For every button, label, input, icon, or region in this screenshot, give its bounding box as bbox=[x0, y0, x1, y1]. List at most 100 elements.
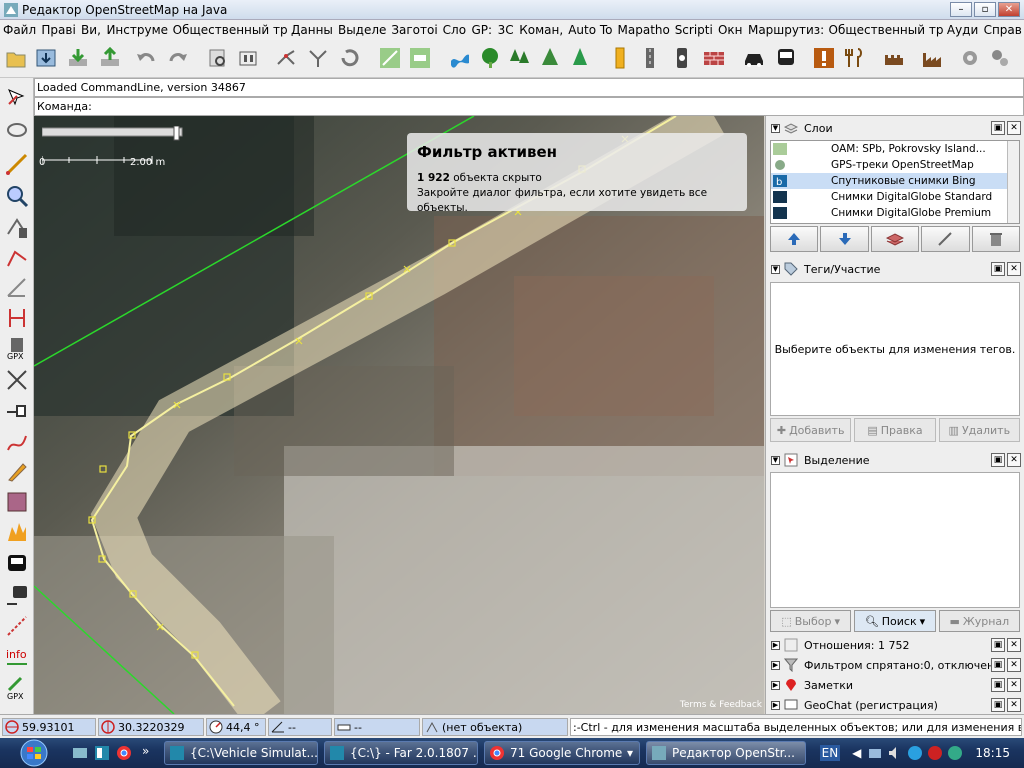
map-view[interactable]: 0 2.00 m Фильтр активен 1 922 объекта ск… bbox=[34, 116, 764, 714]
volume-icon[interactable] bbox=[887, 745, 903, 761]
relations-detach-button[interactable]: ▣ bbox=[991, 638, 1005, 652]
more-quicklaunch-icon[interactable]: » bbox=[142, 744, 149, 758]
menu-data[interactable]: Данны bbox=[288, 23, 335, 37]
tags-detach-button[interactable]: ▣ bbox=[991, 262, 1005, 276]
task-vehicle-simulator[interactable]: {C:\Vehicle Simulat... bbox=[164, 741, 318, 765]
measure-tool-icon[interactable] bbox=[3, 612, 31, 640]
forest-icon[interactable] bbox=[506, 44, 534, 72]
plugins-icon[interactable] bbox=[986, 44, 1014, 72]
menu-edit[interactable]: Праві bbox=[38, 23, 78, 37]
task-josm[interactable]: Редактор OpenStr... bbox=[646, 741, 806, 765]
extrude-icon[interactable] bbox=[3, 304, 31, 332]
far-manager-icon[interactable] bbox=[94, 745, 110, 761]
layer-list-scrollbar[interactable] bbox=[1007, 141, 1019, 223]
filter-panel-header[interactable]: ▶ Фильтром спрятано:0, отключено: ▣ ✕ bbox=[768, 656, 1023, 674]
history-button[interactable]: ▬ Журнал bbox=[938, 610, 1020, 632]
align-nodes-circle-icon[interactable] bbox=[376, 44, 404, 72]
select-button[interactable]: ⬚ Выбор ▾ bbox=[770, 610, 852, 632]
menu-public-transport[interactable]: Общественный тр bbox=[170, 23, 288, 37]
hand-tool-icon[interactable] bbox=[3, 396, 31, 424]
menu-audio[interactable]: Ауди bbox=[944, 23, 981, 37]
relations-close-button[interactable]: ✕ bbox=[1007, 638, 1021, 652]
zoom-tool-icon[interactable] bbox=[3, 182, 31, 210]
filter-detach-button[interactable]: ▣ bbox=[991, 658, 1005, 672]
notes-panel-header[interactable]: ▶ Заметки ▣ ✕ bbox=[768, 676, 1023, 694]
wall-icon[interactable] bbox=[700, 44, 728, 72]
car-icon[interactable] bbox=[740, 44, 768, 72]
menu-help[interactable]: Справ bbox=[981, 23, 1024, 37]
menu-autotools[interactable]: Auto To bbox=[565, 23, 614, 37]
task-far-manager[interactable]: {C:\} - Far 2.0.1807 ... bbox=[324, 741, 478, 765]
merge-layers-button[interactable] bbox=[870, 226, 920, 252]
gpx-tool-icon[interactable]: GPX bbox=[3, 674, 31, 702]
scripts-icon[interactable] bbox=[956, 44, 984, 72]
delete-layer-button[interactable] bbox=[971, 226, 1021, 252]
undo-icon[interactable] bbox=[132, 44, 160, 72]
menu-scripting[interactable]: Scripti bbox=[672, 23, 715, 37]
bus-stop-icon[interactable] bbox=[3, 550, 31, 578]
castle-icon[interactable] bbox=[880, 44, 908, 72]
parallel-way-icon[interactable] bbox=[3, 274, 31, 302]
selection-panel-header[interactable]: ▼ Выделение ▣ ✕ bbox=[768, 451, 1023, 469]
search-button[interactable]: 🔍︎ Поиск ▾ bbox=[854, 610, 936, 632]
preferences-icon[interactable] bbox=[234, 44, 262, 72]
move-down-button[interactable] bbox=[820, 226, 869, 252]
selection-detach-button[interactable]: ▣ bbox=[991, 453, 1005, 467]
collapse-tags-toggle[interactable]: ▼ bbox=[771, 264, 780, 274]
restaurant-icon[interactable] bbox=[840, 44, 868, 72]
gpx-trash-icon[interactable]: GPX bbox=[3, 334, 31, 362]
align-nodes-line-icon[interactable] bbox=[406, 44, 434, 72]
menu-tools[interactable]: Инструме bbox=[103, 23, 169, 37]
draw-tool-icon[interactable] bbox=[3, 150, 31, 178]
expand-notes-toggle[interactable]: ▶ bbox=[771, 680, 780, 690]
show-desktop-icon[interactable] bbox=[72, 745, 88, 761]
expand-geochat-toggle[interactable]: ▶ bbox=[771, 700, 780, 710]
edit-tag-button[interactable]: ▤ Правка bbox=[854, 418, 936, 442]
clock[interactable]: 18:15 bbox=[975, 746, 1010, 760]
road-residential-icon[interactable] bbox=[636, 44, 664, 72]
layers-detach-button[interactable]: ▣ bbox=[991, 121, 1005, 135]
menu-view[interactable]: Ви, bbox=[78, 23, 103, 37]
delete-tag-button[interactable]: ▥ Удалить bbox=[938, 418, 1020, 442]
collapse-layers-toggle[interactable]: ▼ bbox=[771, 123, 780, 133]
notes-close-button[interactable]: ✕ bbox=[1007, 678, 1021, 692]
menu-3d[interactable]: 3С bbox=[495, 23, 517, 37]
task-google-chrome[interactable]: 71 Google Chrome ▾ bbox=[484, 741, 640, 765]
layer-item[interactable]: Снимки DigitalGlobe Standard bbox=[771, 189, 1019, 205]
bus-route-icon[interactable] bbox=[3, 582, 31, 610]
download-icon[interactable] bbox=[64, 44, 92, 72]
layer-item[interactable]: GPS-треки OpenStreetMap bbox=[771, 157, 1019, 173]
preferences-search-icon[interactable] bbox=[204, 44, 232, 72]
language-indicator[interactable]: EN bbox=[819, 745, 841, 761]
selection-close-button[interactable]: ✕ bbox=[1007, 453, 1021, 467]
notes-detach-button[interactable]: ▣ bbox=[991, 678, 1005, 692]
filter-close-button[interactable]: ✕ bbox=[1007, 658, 1021, 672]
factory-icon[interactable] bbox=[918, 44, 946, 72]
menu-public-transport-2[interactable]: Общественный тр bbox=[826, 23, 944, 37]
layer-item-selected[interactable]: b Спутниковые снимки Bing bbox=[771, 173, 1019, 189]
selection-list[interactable] bbox=[770, 472, 1020, 608]
tray-expand-icon[interactable]: ◀ bbox=[852, 746, 861, 760]
menu-windows[interactable]: Окн bbox=[715, 23, 745, 37]
road-primary-icon[interactable] bbox=[606, 44, 634, 72]
minimize-button[interactable]: – bbox=[950, 2, 972, 17]
lasso-tool-icon[interactable] bbox=[3, 118, 31, 146]
start-button[interactable] bbox=[14, 739, 54, 767]
menu-layers[interactable]: Сло bbox=[440, 23, 469, 37]
redo-icon[interactable] bbox=[164, 44, 192, 72]
combine-way-icon[interactable] bbox=[304, 44, 332, 72]
improve-way-icon[interactable] bbox=[3, 244, 31, 272]
chrome-icon[interactable] bbox=[116, 745, 132, 761]
warning-icon[interactable] bbox=[810, 44, 838, 72]
layer-item[interactable]: Снимки DigitalGlobe Premium bbox=[771, 205, 1019, 221]
waterway-icon[interactable] bbox=[446, 44, 474, 72]
layers-close-button[interactable]: ✕ bbox=[1007, 121, 1021, 135]
menu-routing[interactable]: Маршрутиз: bbox=[745, 23, 826, 37]
menu-gp[interactable]: GP: bbox=[469, 23, 495, 37]
upload-icon[interactable] bbox=[96, 44, 124, 72]
split-node-icon[interactable] bbox=[3, 366, 31, 394]
traffic-signal-icon[interactable] bbox=[668, 44, 696, 72]
wood-icon[interactable] bbox=[536, 44, 564, 72]
move-up-button[interactable] bbox=[770, 226, 819, 252]
save-icon[interactable] bbox=[32, 44, 60, 72]
